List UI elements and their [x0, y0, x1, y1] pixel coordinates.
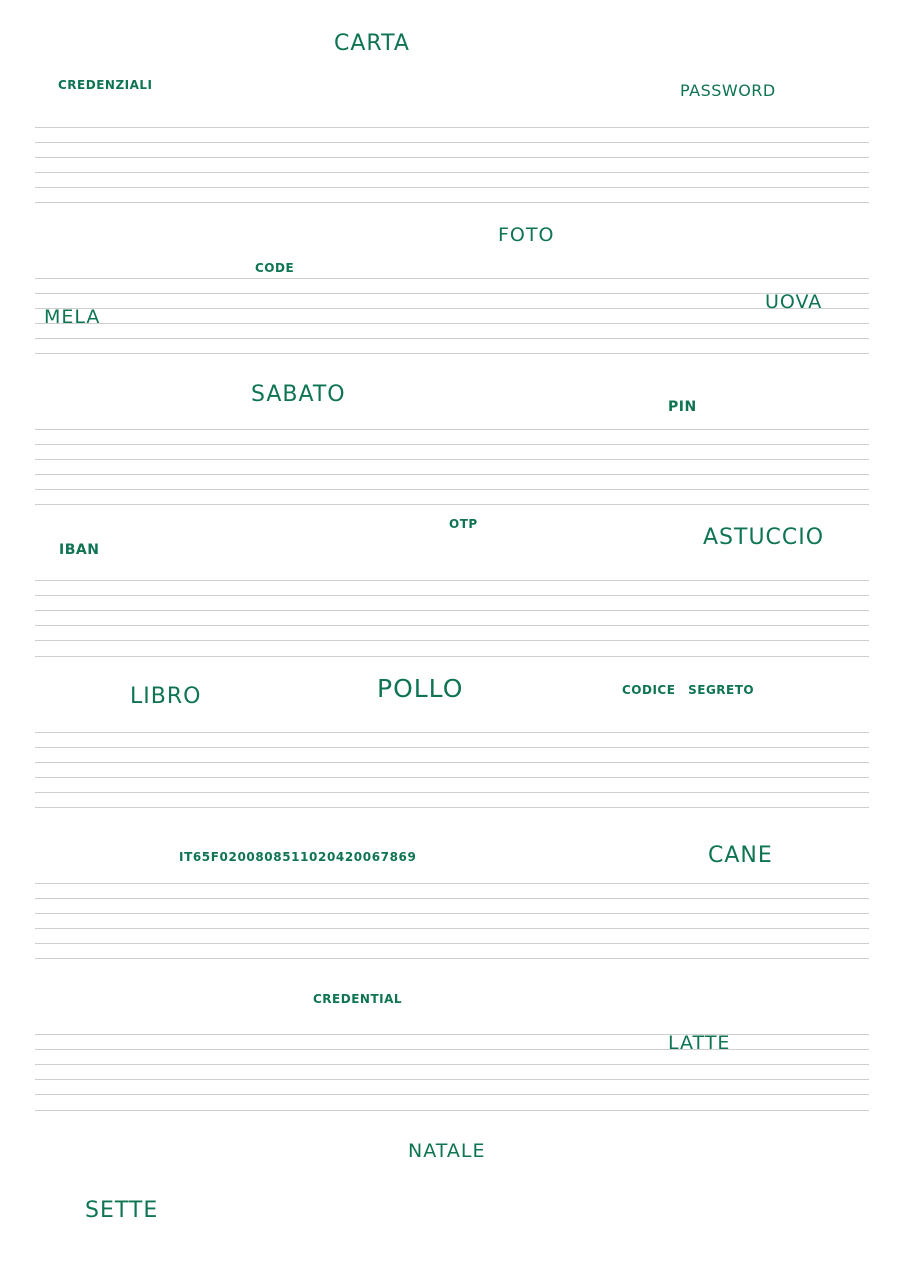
ruled-line — [35, 762, 869, 763]
ruled-line — [35, 278, 869, 279]
ruled-line — [35, 127, 869, 128]
word-pollo: POLLO — [377, 674, 464, 703]
ruled-line — [35, 504, 869, 505]
word-iban-label: IBAN — [59, 542, 100, 558]
word-carta: CARTA — [334, 31, 410, 56]
ruled-line — [35, 353, 869, 354]
ruled-line — [35, 943, 869, 944]
word-credenziali: CREDENZIALI — [58, 78, 153, 92]
word-cane: CANE — [708, 843, 773, 868]
word-credential: CREDENTIAL — [313, 992, 403, 1006]
ruled-line — [35, 1049, 869, 1050]
word-otp: OTP — [449, 517, 478, 531]
word-foto: FOTO — [498, 224, 555, 246]
ruled-line — [35, 898, 869, 899]
ruled-line — [35, 1079, 869, 1080]
ruled-line — [35, 187, 869, 188]
ruled-line — [35, 610, 869, 611]
ruled-line — [35, 625, 869, 626]
ruled-line — [35, 595, 869, 596]
ruled-line — [35, 308, 869, 309]
ruled-line — [35, 172, 869, 173]
ruled-line — [35, 1094, 869, 1095]
word-sette: SETTE — [85, 1198, 159, 1223]
ruled-line — [35, 338, 869, 339]
ruled-line — [35, 913, 869, 914]
ruled-line — [35, 807, 869, 808]
ruled-line — [35, 202, 869, 203]
ruled-line — [35, 459, 869, 460]
ruled-line — [35, 474, 869, 475]
ruled-line — [35, 1110, 869, 1111]
ruled-line — [35, 1064, 869, 1065]
word-latte: LATTE — [668, 1032, 731, 1054]
word-libro: LIBRO — [130, 684, 202, 709]
ruled-line — [35, 444, 869, 445]
ruled-line — [35, 1034, 869, 1035]
ruled-line — [35, 792, 869, 793]
word-code: CODE — [255, 261, 295, 275]
ruled-line — [35, 640, 869, 641]
ruled-line — [35, 732, 869, 733]
word-natale: NATALE — [408, 1140, 486, 1162]
word-uova: UOVA — [765, 291, 823, 313]
ruled-line — [35, 293, 869, 294]
ruled-line — [35, 747, 869, 748]
ruled-line — [35, 580, 869, 581]
ruled-line — [35, 883, 869, 884]
ruled-line — [35, 142, 869, 143]
ruled-line — [35, 928, 869, 929]
word-sabato: SABATO — [251, 382, 346, 407]
word-password: PASSWORD — [680, 81, 776, 100]
ruled-line — [35, 157, 869, 158]
word-iban-number: IT65F0200808511020420067869 — [179, 850, 417, 864]
word-astuccio: ASTUCCIO — [703, 525, 825, 550]
word-mela: MELA — [44, 306, 101, 328]
ruled-line — [35, 323, 869, 324]
ruled-line — [35, 429, 869, 430]
word-codice-segreto: CODICE SEGRETO — [622, 683, 755, 697]
word-pin: PIN — [668, 399, 697, 415]
ruled-line — [35, 489, 869, 490]
handwritten-notes-page: CARTA CREDENZIALI PASSWORD FOTO CODE MEL… — [0, 0, 905, 1280]
ruled-line — [35, 777, 869, 778]
ruled-line — [35, 958, 869, 959]
ruled-line — [35, 656, 869, 657]
